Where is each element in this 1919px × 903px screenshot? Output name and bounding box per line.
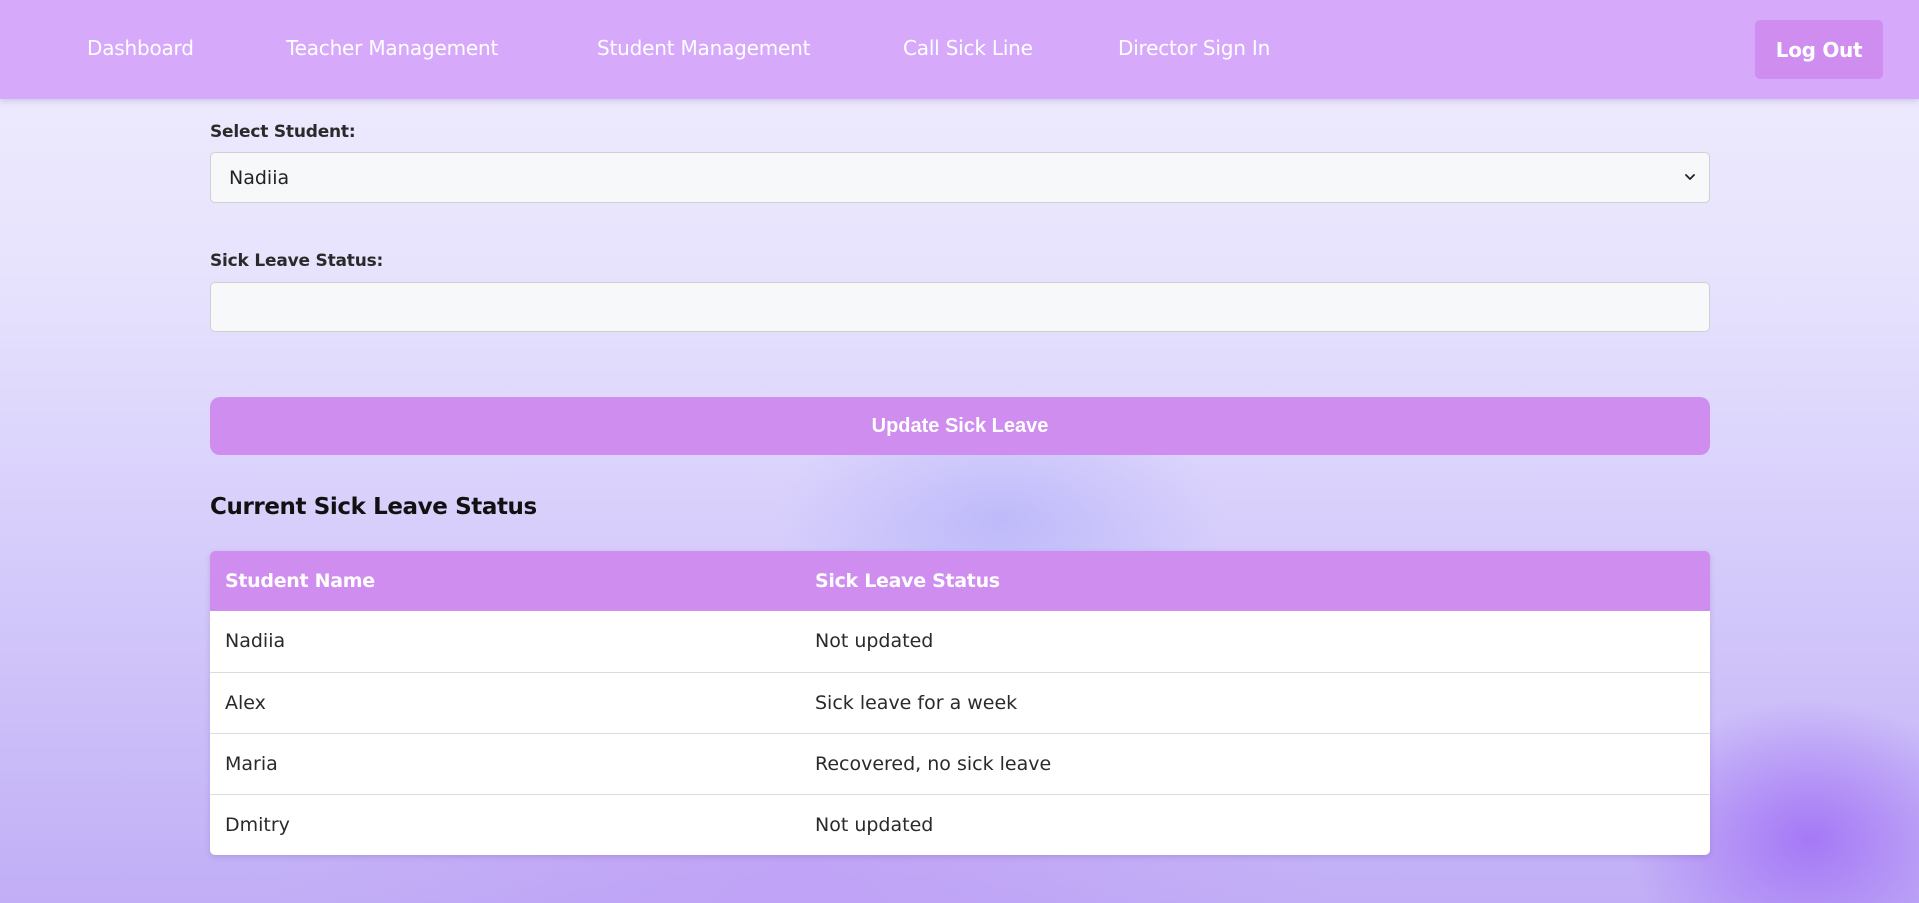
table-row: Dmitry Not updated xyxy=(210,793,1710,855)
section-title: Current Sick Leave Status xyxy=(210,494,537,520)
sick-leave-status-cell: Not updated xyxy=(815,630,934,653)
student-select-value: Nadiia xyxy=(229,166,290,189)
nav-link-teacher-management[interactable]: Teacher Management xyxy=(286,36,498,60)
top-navbar: Dashboard Teacher Management Student Man… xyxy=(0,0,1919,99)
student-name-cell: Nadiia xyxy=(225,630,286,653)
table-row: Alex Sick leave for a week xyxy=(210,671,1710,733)
student-name-cell: Alex xyxy=(210,671,800,733)
chevron-down-icon xyxy=(1685,174,1695,180)
nav-link-call-sick-line[interactable]: Call Sick Line xyxy=(903,36,1033,60)
column-header-sick-leave-status: Sick Leave Status xyxy=(800,551,1710,611)
sick-leave-status-cell: Sick leave for a week xyxy=(800,671,1710,733)
sick-leave-status-input[interactable] xyxy=(210,282,1710,332)
nav-link-student-management[interactable]: Student Management xyxy=(597,36,810,60)
sick-leave-status-cell: Not updated xyxy=(800,793,1710,855)
student-select[interactable]: Nadiia xyxy=(210,152,1710,203)
sick-leave-status-table: Student Name Sick Leave Status Nadiia No… xyxy=(210,551,1710,855)
nav-link-dashboard[interactable]: Dashboard xyxy=(87,36,194,60)
table-row: Maria Recovered, no sick leave xyxy=(210,732,1710,794)
update-sick-leave-button[interactable]: Update Sick Leave xyxy=(210,397,1710,455)
select-student-label: Select Student: xyxy=(210,122,356,142)
column-header-student-name: Student Name xyxy=(210,551,800,611)
logout-button[interactable]: Log Out xyxy=(1755,20,1883,79)
student-name-cell: Dmitry xyxy=(210,793,800,855)
sick-leave-status-cell: Recovered, no sick leave xyxy=(800,732,1710,794)
table-header-row: Student Name Sick Leave Status xyxy=(210,551,1710,611)
student-name-cell: Maria xyxy=(210,732,800,794)
nav-link-director-sign-in[interactable]: Director Sign In xyxy=(1118,36,1270,60)
sick-leave-status-label: Sick Leave Status: xyxy=(210,251,384,271)
table-row: Nadiia Not updated xyxy=(210,611,1710,672)
